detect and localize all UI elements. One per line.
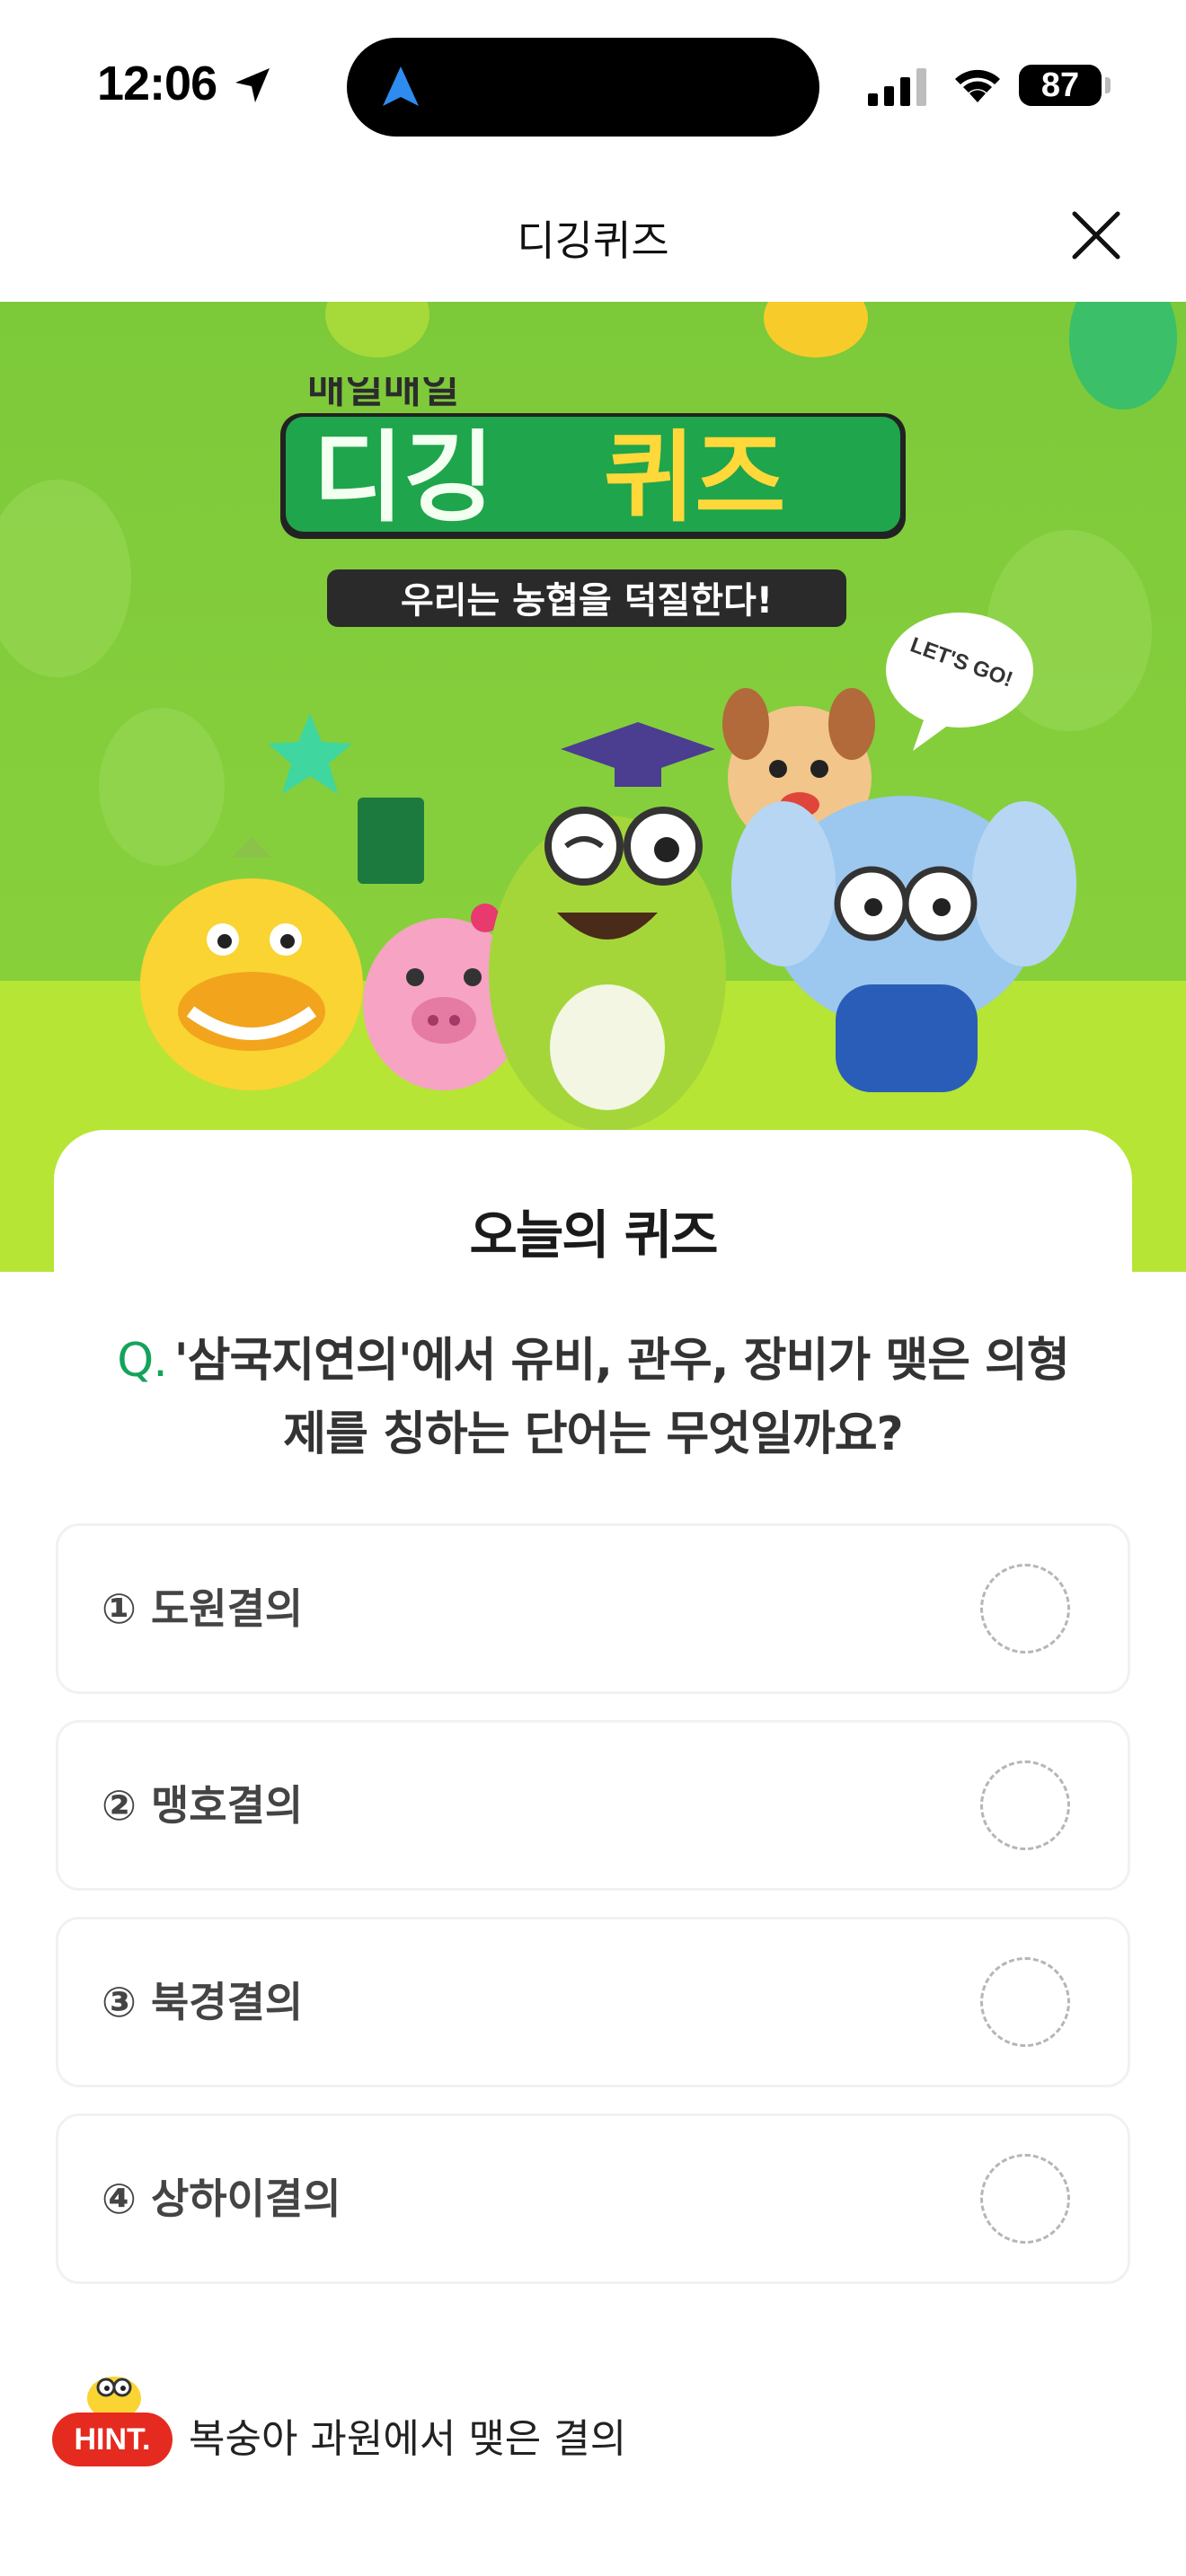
option-radio[interactable] <box>980 1957 1070 2047</box>
page-title: 디깅퀴즈 <box>517 216 669 265</box>
question-prefix: Q. <box>117 1334 167 1388</box>
app-header: 디깅퀴즈 <box>0 171 1186 302</box>
question-text: '삼국지연의'에서 유비, 관우, 장비가 맺은 의형제를 칭하는 단어는 무엇… <box>173 1334 1070 1461</box>
status-time: 12:06 <box>97 57 217 110</box>
quiz-option-3[interactable]: ③ 북경결의 <box>56 1917 1130 2087</box>
navigation-icon <box>383 66 419 106</box>
battery-icon: 87 <box>1019 65 1102 106</box>
banner-title-green: 디깅 <box>313 420 494 535</box>
hint: HINT. 복숭아 과원에서 맺은 결의 <box>52 2368 861 2475</box>
signal-icon <box>868 68 926 106</box>
quiz-section-label: 오늘의 퀴즈 <box>458 1193 728 1268</box>
option-radio[interactable] <box>980 1564 1070 1654</box>
option-label: ② 맹호결의 <box>102 1781 304 1830</box>
quiz-section-header: 오늘의 퀴즈 <box>0 1193 1186 1268</box>
option-radio[interactable] <box>980 2154 1070 2244</box>
quiz-option-2[interactable]: ② 맹호결의 <box>56 1720 1130 1891</box>
battery-cap <box>1105 77 1111 93</box>
hint-badge: HINT. <box>52 2413 173 2466</box>
hint-text: 복숭아 과원에서 맺은 결의 <box>189 2416 627 2462</box>
option-label: ③ 북경결의 <box>102 1978 304 2026</box>
status-bar: 12:06 87 <box>0 0 1186 171</box>
close-icon[interactable] <box>1067 207 1125 264</box>
banner-slogan-text: 우리는 농협을 덕질한다! <box>401 580 773 622</box>
option-label: ④ 상하이결의 <box>102 2175 341 2223</box>
banner-heading: 매일매일 디깅 퀴즈 <box>280 377 906 539</box>
banner-slogan: 우리는 농협을 덕질한다! <box>327 569 846 627</box>
option-label: ① 도원결의 <box>102 1584 304 1633</box>
location-arrow-icon <box>235 68 270 102</box>
wifi-icon <box>955 69 1000 102</box>
banner-top-text: 매일매일 <box>307 377 459 411</box>
quiz-option-4[interactable]: ④ 상하이결의 <box>56 2113 1130 2284</box>
quiz-question: Q. '삼국지연의'에서 유비, 관우, 장비가 맺은 의형제를 칭하는 단어는 … <box>108 1324 1078 1471</box>
quiz-option-1[interactable]: ① 도원결의 <box>56 1523 1130 1694</box>
quiz-banner: 매일매일 디깅 퀴즈 우리는 농협을 덕질한다! LET'S GO! <box>0 302 1186 1272</box>
banner-title-yellow: 퀴즈 <box>604 420 785 535</box>
option-radio[interactable] <box>980 1760 1070 1850</box>
dynamic-island <box>347 38 819 137</box>
hint-character-icon <box>87 2377 141 2418</box>
